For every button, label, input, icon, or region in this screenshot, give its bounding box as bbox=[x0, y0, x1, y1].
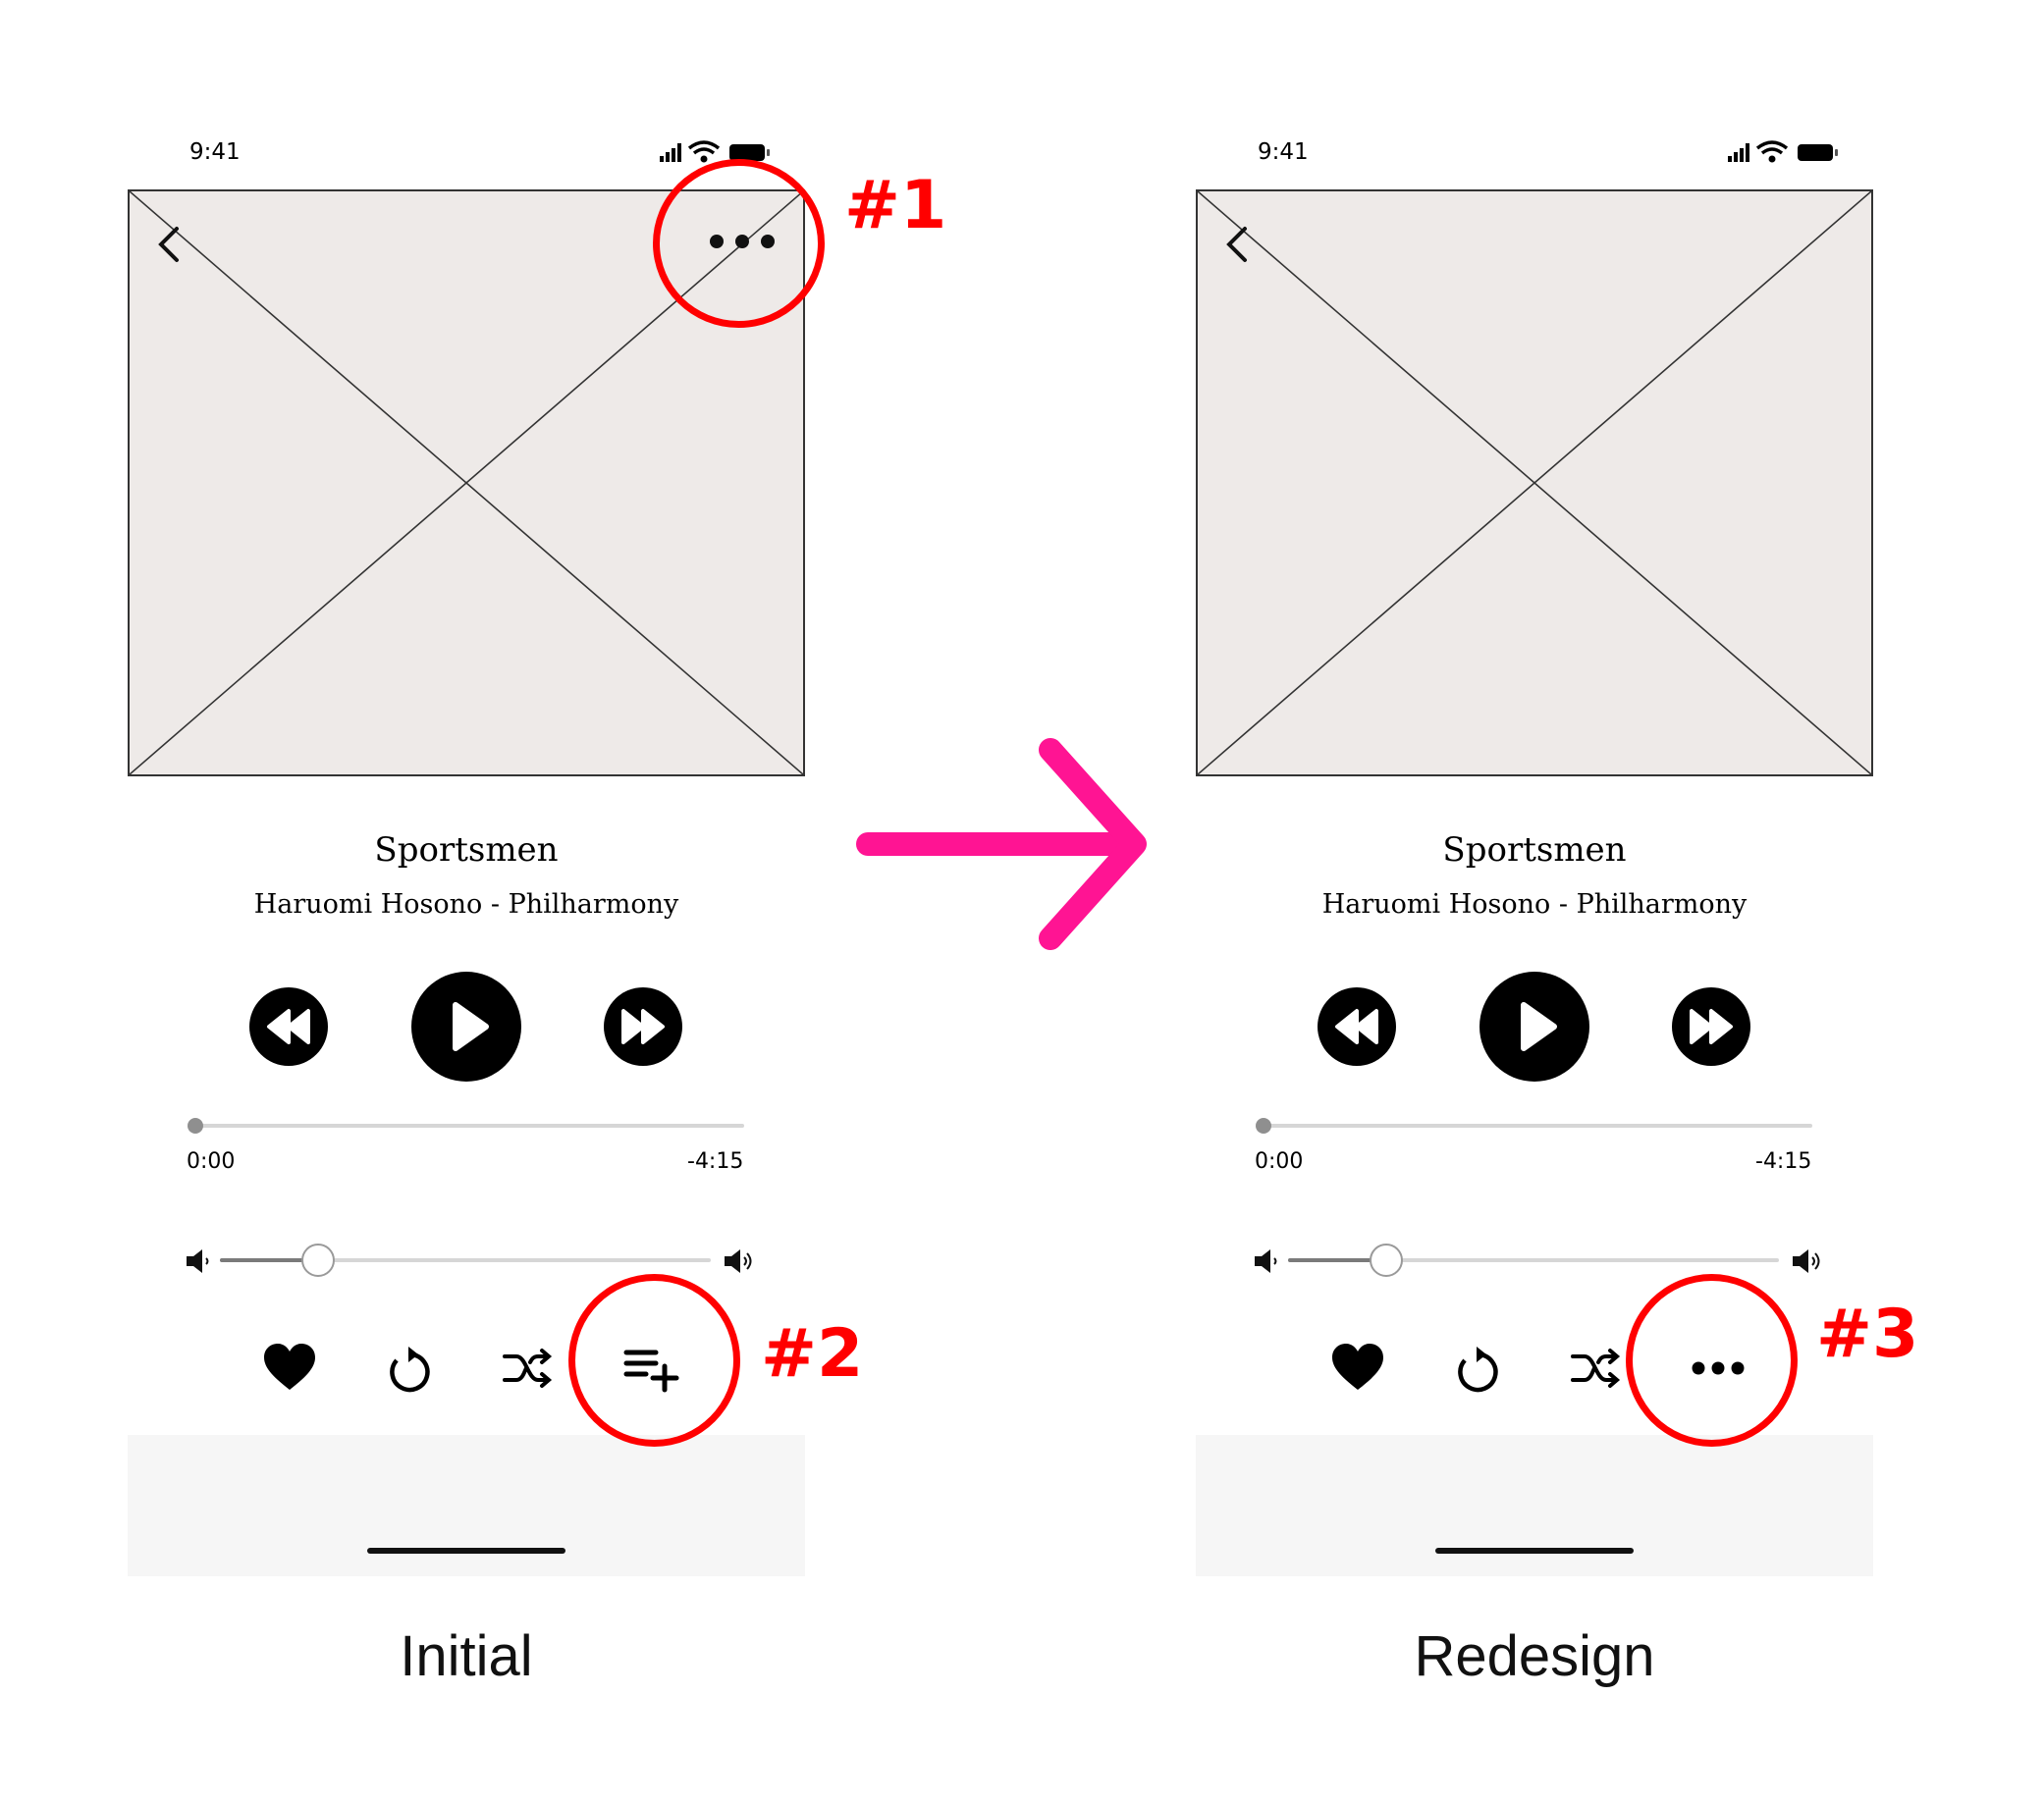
song-title: Sportsmen bbox=[1442, 830, 1627, 870]
right-arrow-icon bbox=[856, 738, 1147, 950]
volume-low-icon bbox=[1255, 1249, 1277, 1273]
repeat-button[interactable] bbox=[1449, 1339, 1508, 1398]
shuffle-button[interactable] bbox=[1567, 1339, 1626, 1398]
volume-knob[interactable] bbox=[1370, 1244, 1403, 1277]
annotation-label-3: #3 bbox=[1816, 1296, 1919, 1373]
phone-redesign: 9:41 Sportsmen Haruomi Hosono - Philharm… bbox=[1196, 0, 1873, 1802]
progress-track[interactable] bbox=[1263, 1124, 1812, 1128]
progress-knob[interactable] bbox=[188, 1118, 203, 1134]
back-chevron-icon[interactable] bbox=[153, 223, 192, 266]
annotation-label-1: #1 bbox=[844, 167, 947, 244]
volume-low-icon bbox=[187, 1249, 209, 1273]
status-icons bbox=[1728, 140, 1838, 163]
time-remaining: -4:15 bbox=[687, 1149, 744, 1174]
shuffle-button[interactable] bbox=[499, 1339, 558, 1398]
volume-knob[interactable] bbox=[301, 1244, 335, 1277]
play-button[interactable] bbox=[411, 972, 521, 1082]
rewind-button[interactable] bbox=[249, 987, 328, 1066]
heart-button[interactable] bbox=[1328, 1339, 1387, 1398]
status-time: 9:41 bbox=[189, 139, 241, 165]
album-artwork-placeholder bbox=[1196, 189, 1873, 776]
home-indicator[interactable] bbox=[367, 1548, 565, 1554]
song-artist: Haruomi Hosono - Philharmony bbox=[1321, 889, 1748, 920]
shuffle-icon bbox=[503, 1349, 553, 1388]
time-elapsed: 0:00 bbox=[187, 1149, 236, 1174]
volume-high-icon bbox=[725, 1249, 752, 1273]
wifi-icon bbox=[687, 140, 721, 163]
home-area bbox=[1196, 1435, 1873, 1576]
repeat-icon bbox=[390, 1347, 430, 1393]
wifi-icon bbox=[1755, 140, 1789, 163]
highlight-circle-1 bbox=[653, 159, 825, 328]
placeholder-cross bbox=[1198, 191, 1871, 774]
heart-button[interactable] bbox=[260, 1339, 319, 1398]
annotation-label-2: #2 bbox=[761, 1315, 864, 1393]
status-time: 9:41 bbox=[1258, 139, 1309, 165]
signal-icon bbox=[660, 143, 681, 162]
highlight-circle-2 bbox=[568, 1274, 740, 1447]
signal-icon bbox=[1728, 143, 1749, 162]
song-title: Sportsmen bbox=[374, 830, 559, 870]
fast-forward-button[interactable] bbox=[1672, 987, 1750, 1066]
home-area bbox=[128, 1435, 805, 1576]
battery-icon bbox=[1798, 144, 1838, 161]
shuffle-icon bbox=[1571, 1349, 1621, 1388]
caption-redesign: Redesign bbox=[1414, 1624, 1655, 1688]
highlight-circle-3 bbox=[1626, 1274, 1798, 1447]
fast-forward-button[interactable] bbox=[604, 987, 682, 1066]
repeat-icon bbox=[1458, 1347, 1498, 1393]
caption-initial: Initial bbox=[400, 1624, 533, 1688]
progress-knob[interactable] bbox=[1256, 1118, 1271, 1134]
song-artist: Haruomi Hosono - Philharmony bbox=[253, 889, 679, 920]
rewind-button[interactable] bbox=[1318, 987, 1396, 1066]
back-chevron-icon[interactable] bbox=[1221, 223, 1261, 266]
repeat-button[interactable] bbox=[381, 1339, 440, 1398]
heart-icon bbox=[1332, 1344, 1383, 1390]
volume-high-icon bbox=[1793, 1249, 1820, 1273]
home-indicator[interactable] bbox=[1435, 1548, 1634, 1554]
heart-icon bbox=[264, 1344, 315, 1390]
time-remaining: -4:15 bbox=[1755, 1149, 1812, 1174]
play-button[interactable] bbox=[1479, 972, 1589, 1082]
time-elapsed: 0:00 bbox=[1255, 1149, 1304, 1174]
progress-track[interactable] bbox=[194, 1124, 744, 1128]
